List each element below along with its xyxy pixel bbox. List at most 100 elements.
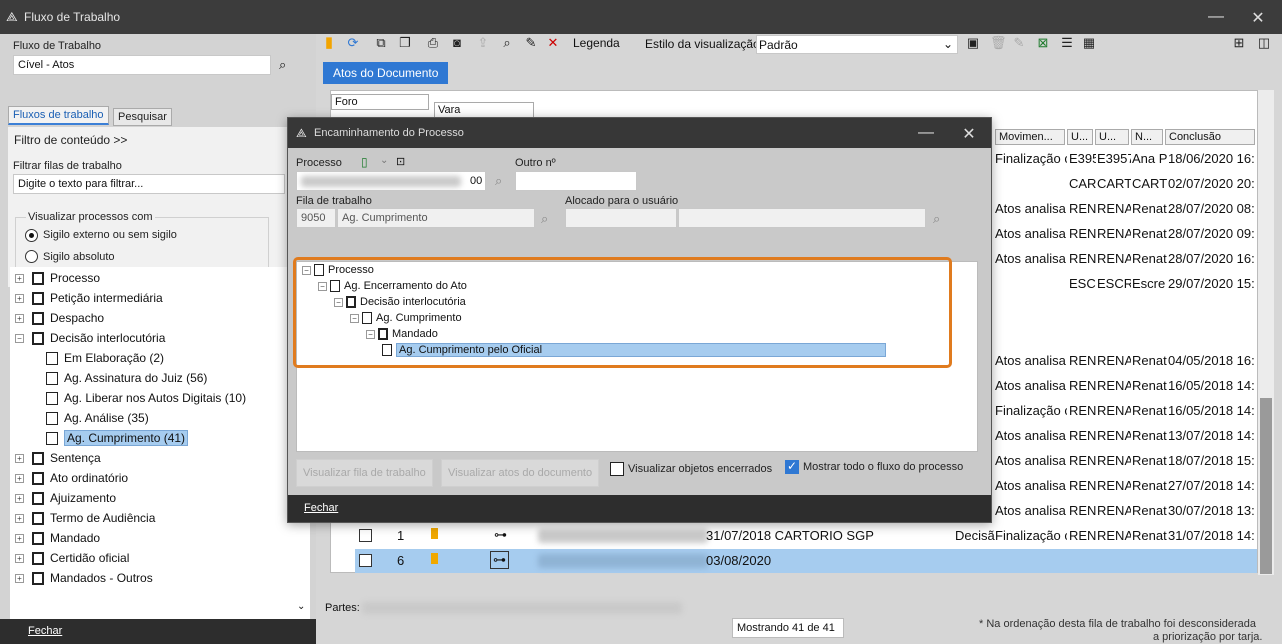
radio-sigilo-absoluto[interactable] (25, 250, 38, 263)
tree-item[interactable]: + Certidão oficial (15, 548, 129, 568)
column-header[interactable]: U... (1067, 129, 1093, 145)
save-view-icon[interactable]: ▣ (966, 36, 980, 50)
note-icon[interactable]: ⊡ (396, 155, 405, 168)
expand-icon[interactable]: + (15, 293, 24, 303)
workflow-tree: + Processo + Petição intermediária + Despacho… (10, 267, 310, 619)
remove-icon[interactable]: ✕ (546, 36, 560, 50)
save-icon[interactable]: ◙ (450, 36, 464, 50)
dialog-close-link[interactable]: Fechar (304, 502, 338, 514)
view-docs-button[interactable]: Visualizar atos do documento (441, 459, 600, 487)
grid-scrollbar[interactable] (1258, 90, 1274, 575)
edit-view-icon[interactable]: ✎ (1012, 36, 1026, 50)
close-window-button[interactable]: ✕ (1248, 8, 1268, 28)
tree-item[interactable]: + Sentença (15, 448, 101, 468)
tree-item[interactable]: + Processo (15, 268, 100, 288)
grid-cell: CART( (1132, 176, 1167, 191)
process-number-input[interactable]: 00 (296, 171, 486, 191)
list-icon[interactable]: ☰ (1060, 36, 1074, 50)
document-icon (46, 411, 58, 425)
tree-item[interactable]: + Ajuizamento (15, 488, 116, 508)
column-header[interactable]: Conclusão (1165, 129, 1255, 145)
process-doc-icon[interactable]: ▯ (361, 155, 368, 169)
forward-icon[interactable]: ⧉ (374, 36, 388, 50)
tree-item[interactable]: + Petição intermediária (15, 288, 163, 308)
group-header-foro[interactable]: Foro (331, 94, 429, 110)
row-checkbox[interactable] (359, 529, 372, 542)
expand-icon[interactable]: + (15, 553, 24, 563)
search-icon[interactable]: ⌕ (541, 211, 548, 227)
delete-view-icon[interactable]: 🗑 (990, 36, 1007, 50)
content-filter-link[interactable]: Filtro de conteúdo >> (14, 133, 127, 147)
view-style-select[interactable]: Padrão ⌄ (756, 35, 958, 54)
table-row-selected[interactable]: 6 ⊶ 03/08/2020 (355, 549, 1257, 573)
search-icon[interactable]: ⌕ (279, 57, 286, 73)
user-code-input[interactable] (565, 208, 677, 228)
radio-sigilo-externo[interactable] (25, 229, 38, 242)
tree-item[interactable]: − Decisão interlocutória (15, 328, 165, 348)
filter-input[interactable]: Digite o texto para filtrar... (13, 174, 285, 194)
show-all-flow-checkbox[interactable] (785, 459, 799, 474)
column-header[interactable]: Movimen... (995, 129, 1065, 145)
expand-icon[interactable]: − (15, 333, 24, 343)
scrollbar-thumb[interactable] (1260, 398, 1272, 574)
column-header[interactable]: N... (1131, 129, 1163, 145)
dialog-close-button[interactable]: ✕ (959, 124, 979, 144)
group-header-vara[interactable]: Vara (434, 102, 534, 118)
minimize-button[interactable]: — (1206, 8, 1226, 26)
legend-button[interactable]: Legenda (573, 36, 620, 50)
panel-icon[interactable]: ◫ (1257, 36, 1271, 50)
expand-icon[interactable]: + (15, 313, 24, 323)
view-queue-button[interactable]: Visualizar fila de trabalho (296, 459, 433, 487)
tree-item[interactable]: + Termo de Audiência (15, 508, 155, 528)
tree-item[interactable]: Ag. Análise (35) (46, 408, 149, 428)
row-checkbox[interactable] (359, 554, 372, 567)
expand-icon[interactable]: + (15, 453, 24, 463)
find-icon[interactable]: ⌕ (500, 36, 514, 50)
chevron-down-icon[interactable]: ⌄ (380, 155, 388, 166)
tree-item[interactable]: Ag. Liberar nos Autos Digitais (10) (46, 388, 246, 408)
tree-item[interactable]: + Despacho (15, 308, 104, 328)
other-number-input[interactable] (515, 171, 637, 191)
grid-cell: Atos analisa (995, 478, 1066, 493)
show-closed-checkbox[interactable] (610, 462, 624, 476)
tree-item[interactable]: Ag. Cumprimento (41) (46, 428, 189, 448)
queue-code-input[interactable]: 9050 (296, 208, 336, 228)
workflow-input[interactable]: Cível - Atos (13, 55, 271, 75)
column-header[interactable]: U... (1095, 129, 1129, 145)
link-icon[interactable]: ⊶ (494, 527, 507, 543)
user-name-input[interactable] (678, 208, 926, 228)
close-left-button[interactable]: Fechar (28, 625, 62, 637)
expand-icon[interactable]: + (15, 273, 24, 283)
dialog-minimize-button[interactable]: — (916, 124, 936, 142)
tree-item[interactable]: + Ato ordinatório (15, 468, 128, 488)
copy-icon[interactable]: ❐ (398, 36, 412, 50)
tab-atos-documento[interactable]: Atos do Documento (323, 62, 449, 84)
search-icon[interactable]: ⌕ (933, 211, 940, 227)
expand-icon[interactable]: + (15, 533, 24, 543)
flag-icon[interactable]: ▮ (322, 35, 336, 50)
tab-fluxos[interactable]: Fluxos de trabalho (8, 106, 109, 125)
scroll-down-icon[interactable]: ⌄ (297, 601, 305, 612)
excel-icon[interactable]: ⊠ (1036, 36, 1050, 50)
hierarchy-icon[interactable]: ⊞ (1232, 36, 1246, 50)
tab-pesquisar[interactable]: Pesquisar (113, 108, 172, 126)
tree-item[interactable]: + Mandado (15, 528, 100, 548)
comment-icon[interactable]: ✎ (524, 36, 538, 50)
columns-icon[interactable]: ▦ (1082, 36, 1096, 50)
expand-icon[interactable]: + (15, 573, 24, 583)
tree-item[interactable]: Em Elaboração (2) (46, 348, 164, 368)
tree-item-label: Certidão oficial (50, 551, 130, 565)
expand-icon[interactable]: + (15, 493, 24, 503)
table-row[interactable]: 1 ⊶ 31/07/2018 CARTORIO SGP Decisã (355, 524, 1257, 548)
link-icon[interactable]: ⊶ (490, 551, 509, 569)
print-icon[interactable]: ⎙ (426, 36, 440, 50)
tree-item[interactable]: Ag. Assinatura do Juiz (56) (46, 368, 207, 388)
search-icon[interactable]: ⌕ (495, 173, 502, 189)
expand-icon[interactable]: + (15, 473, 24, 483)
queue-name-input[interactable]: Ag. Cumprimento (337, 208, 535, 228)
expand-icon[interactable]: + (15, 513, 24, 523)
refresh-icon[interactable]: ⟳ (346, 36, 360, 50)
tree-item[interactable]: + Mandados - Outros (15, 568, 153, 588)
move-icon[interactable]: ⇪ (476, 36, 490, 50)
document-icon (32, 531, 44, 545)
